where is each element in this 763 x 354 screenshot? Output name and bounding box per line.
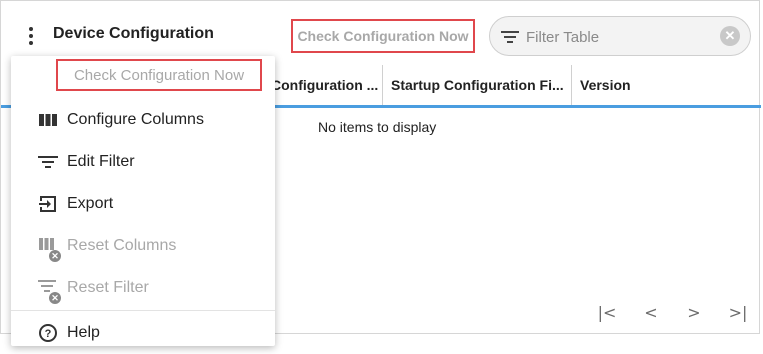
more-options-icon[interactable] xyxy=(23,23,39,49)
menu-item-label: Help xyxy=(67,324,100,341)
empty-table-message: No items to display xyxy=(318,119,437,135)
filter-table-box: ✕ xyxy=(489,16,751,56)
filter-icon xyxy=(500,28,520,46)
columns-icon xyxy=(37,110,59,130)
filter-table-input[interactable] xyxy=(524,25,708,49)
svg-text:?: ? xyxy=(45,328,52,340)
filter-icon xyxy=(37,152,59,172)
menu-item-label: Export xyxy=(67,195,114,212)
menu-item-export[interactable]: Export xyxy=(11,183,275,225)
menu-item-label: Edit Filter xyxy=(67,153,135,170)
menu-item-help[interactable]: ? Help xyxy=(11,312,275,354)
column-header-configuration[interactable]: Configuration ... xyxy=(263,65,383,105)
menu-item-reset-filter[interactable]: ✕ Reset Filter xyxy=(11,267,275,309)
last-page-button[interactable]: >| xyxy=(727,303,749,323)
reset-filter-icon: ✕ xyxy=(37,278,61,304)
column-header-version[interactable]: Version xyxy=(571,65,759,105)
menu-item-configure-columns[interactable]: Configure Columns xyxy=(11,99,275,141)
menu-item-reset-columns[interactable]: ✕ Reset Columns xyxy=(11,225,275,267)
menu-item-label: Reset Filter xyxy=(67,279,149,296)
help-icon: ? xyxy=(37,323,59,343)
export-icon xyxy=(37,194,59,214)
menu-item-label: Configure Columns xyxy=(67,111,204,128)
close-badge-icon: ✕ xyxy=(49,250,61,262)
clear-filter-icon[interactable]: ✕ xyxy=(720,26,740,46)
page-title: Device Configuration xyxy=(53,25,214,42)
check-configuration-now-button[interactable]: Check Configuration Now xyxy=(291,19,475,53)
options-menu: Check Configuration Now Configure Column… xyxy=(11,56,275,346)
menu-item-label: Reset Columns xyxy=(67,237,177,254)
reset-columns-icon: ✕ xyxy=(37,236,61,262)
first-page-button[interactable]: |< xyxy=(596,303,618,323)
next-page-button[interactable]: > xyxy=(683,303,705,323)
previous-page-button[interactable]: < xyxy=(640,303,662,323)
menu-divider xyxy=(11,310,275,311)
close-badge-icon: ✕ xyxy=(49,292,61,304)
menu-check-configuration-now[interactable]: Check Configuration Now xyxy=(56,59,262,91)
menu-item-edit-filter[interactable]: Edit Filter xyxy=(11,141,275,183)
column-header-startup-configuration[interactable]: Startup Configuration Fi... xyxy=(382,65,572,105)
